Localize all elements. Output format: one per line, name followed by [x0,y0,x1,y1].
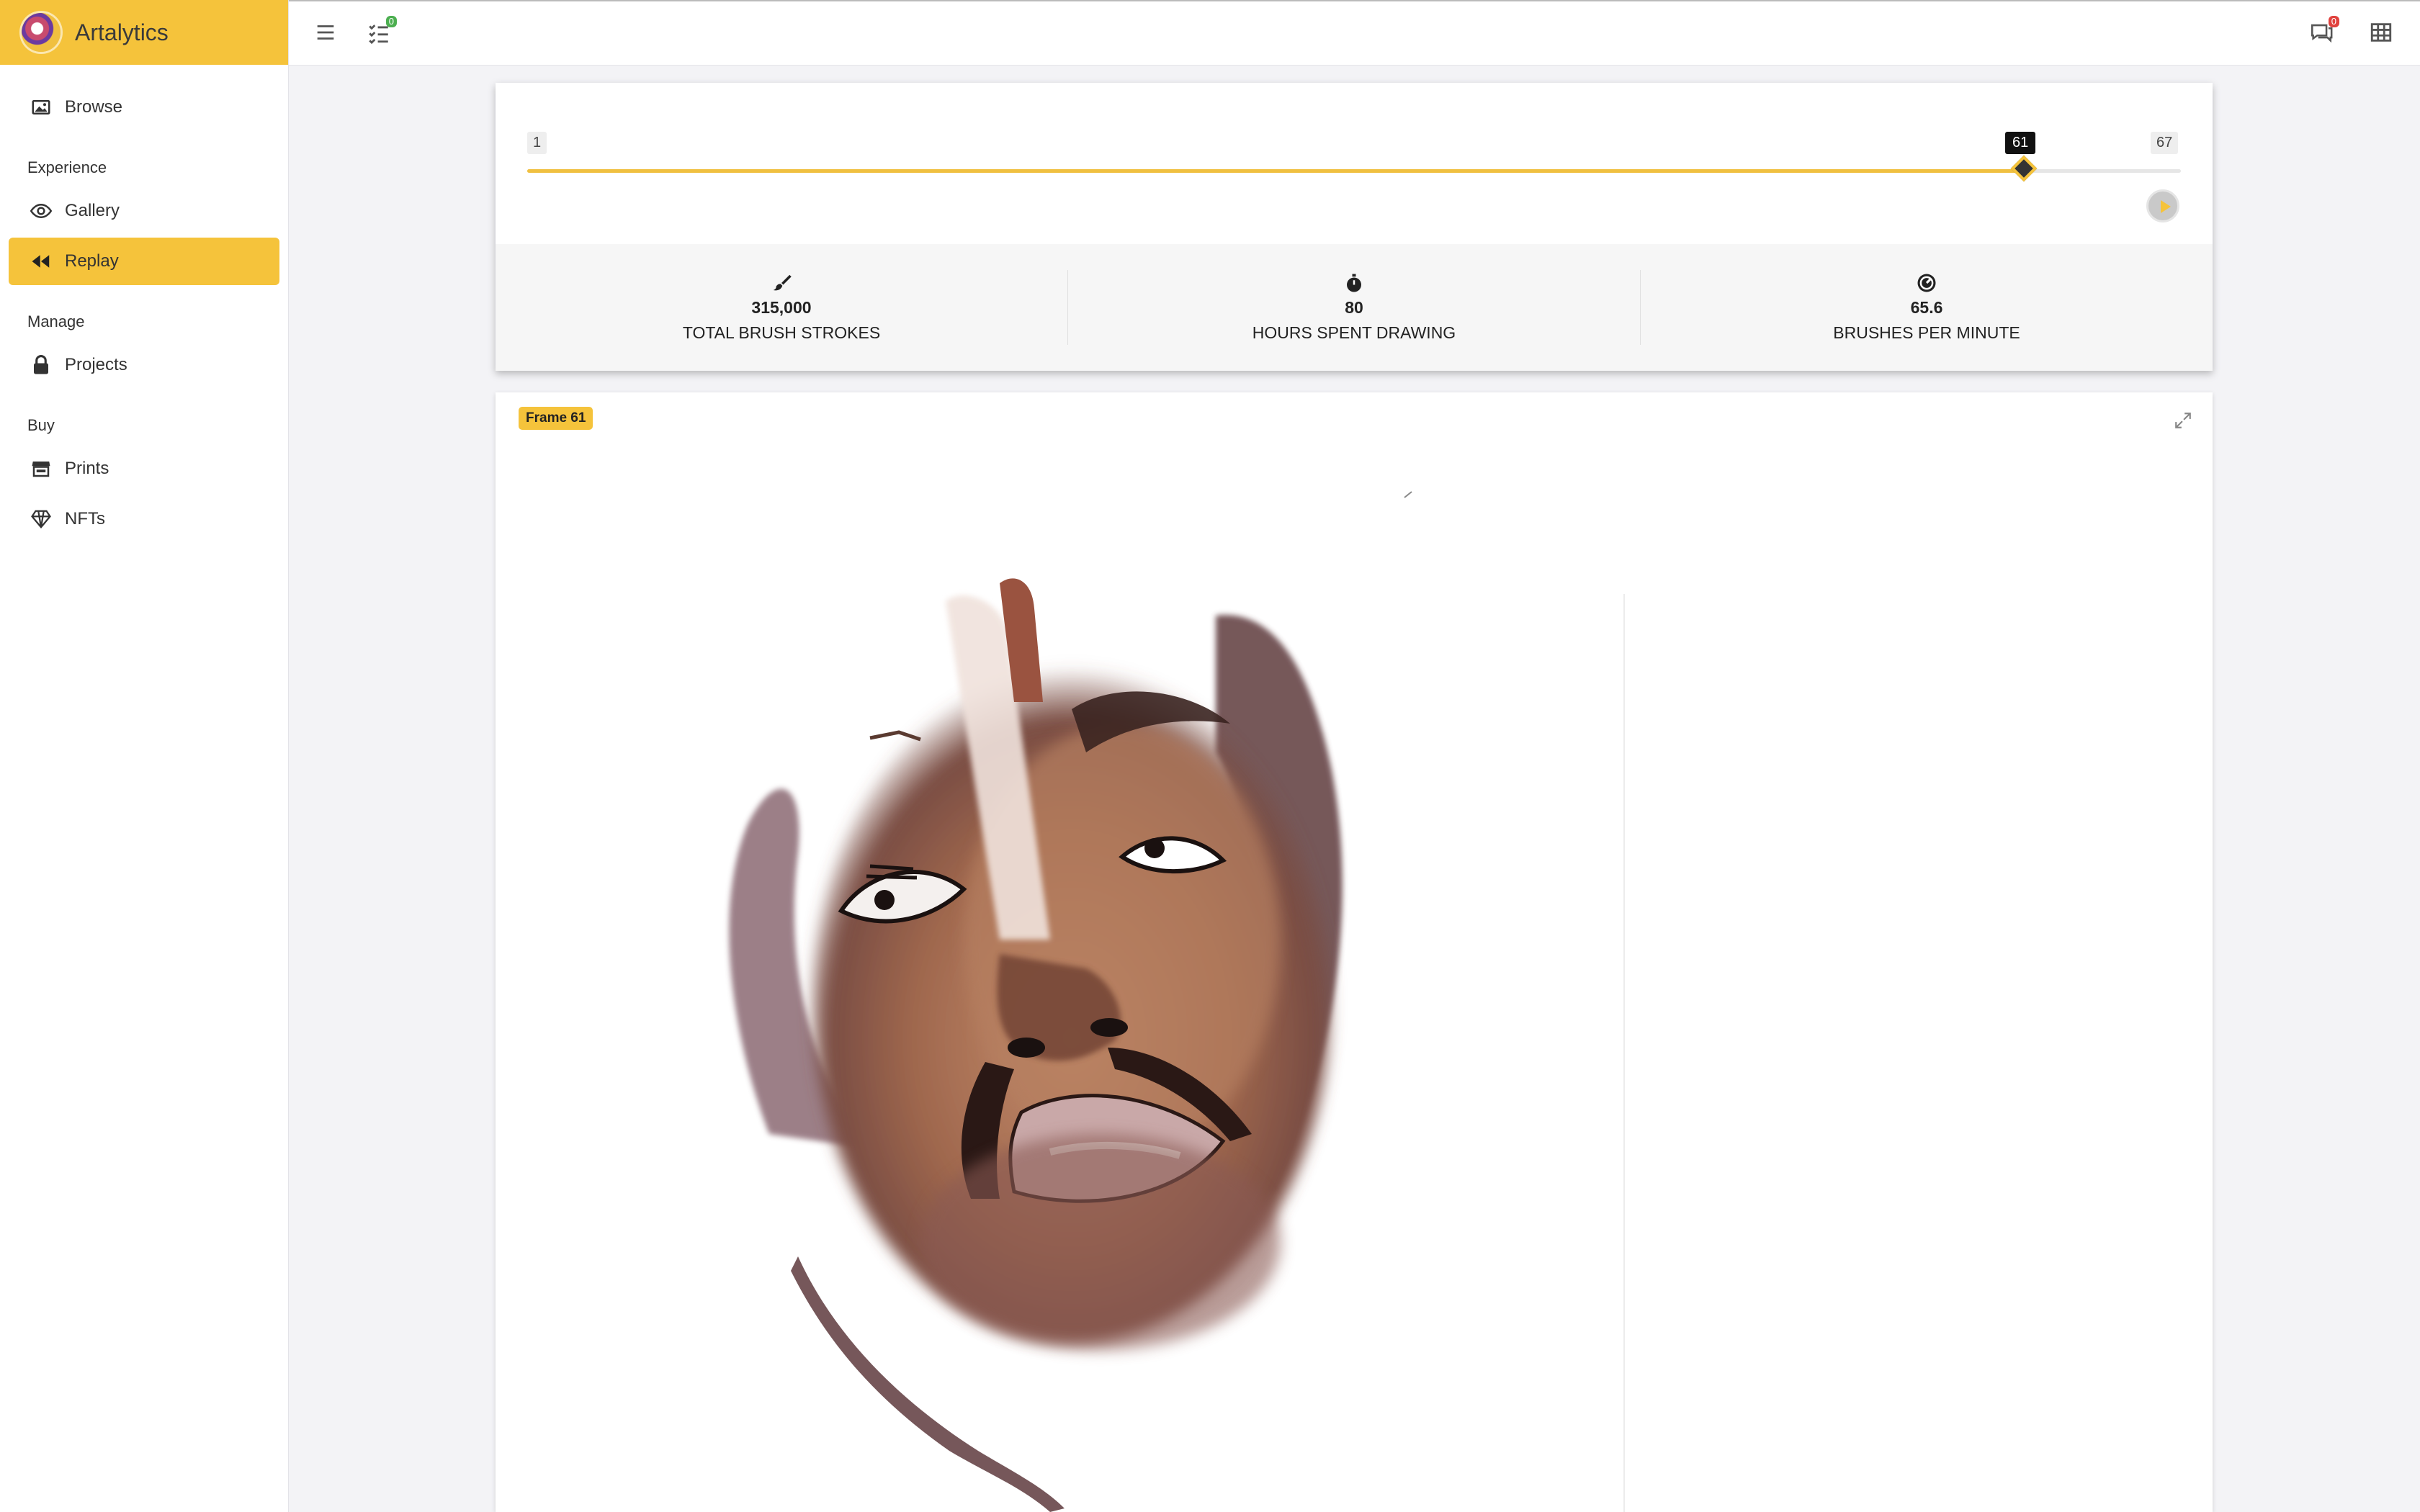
slider-current-label: 61 [2005,132,2036,154]
lock-icon [34,354,48,374]
apps-grid-button[interactable] [2369,20,2393,45]
sidebar-item-gallery[interactable]: Gallery [9,187,279,235]
slider-min-label: 1 [527,132,547,154]
image-icon [32,100,50,114]
tasks-badge: 0 [385,16,397,27]
frame-slider-fill [527,169,2024,173]
app-logo [22,13,60,52]
brand-header[interactable]: Artalytics [0,0,288,65]
stat-value: 80 [1345,298,1363,317]
sidebar-item-label: Prints [65,459,109,478]
sidebar-item-nfts[interactable]: NFTs [9,495,279,543]
stopwatch-icon [1347,274,1361,292]
chart-divider [1623,594,1625,1512]
gauge-icon [1917,274,1936,292]
stat-brush-strokes: 315,000 TOTAL BRUSH STROKES [496,270,1068,345]
eye-icon [30,203,52,219]
sidebar-item-projects[interactable]: Projects [9,341,279,389]
slider-max-label: 67 [2151,132,2179,154]
sidebar: Artalytics Browse Experience Gallery Rep… [0,0,289,1512]
stat-label: TOTAL BRUSH STROKES [682,323,881,342]
messages-badge: 0 [2328,16,2339,27]
section-experience: Experience [27,158,107,176]
topbar: 0 0 [289,0,2420,66]
brush-icon [773,274,792,291]
sidebar-item-label: Projects [65,355,127,374]
hamburger-icon [317,25,334,40]
frame-card: Frame 61 [496,392,2213,1512]
stat-value: 315,000 [751,298,812,317]
rewind-icon [32,255,50,268]
stat-label: BRUSHES PER MINUTE [1833,323,2020,342]
messages-button[interactable]: 0 [2309,16,2339,45]
sidebar-item-browse[interactable]: Browse [9,84,279,131]
sidebar-item-label: Browse [65,97,123,117]
section-buy: Buy [27,416,55,434]
frame-slider-handle[interactable] [2010,155,2038,182]
store-icon [32,462,50,477]
stat-brushes-per-minute: 65.6 BRUSHES PER MINUTE [1641,270,2213,345]
stats-row: 315,000 TOTAL BRUSH STROKES 80 HOURS SPE… [496,244,2213,371]
expand-icon[interactable] [2174,411,2192,430]
stat-value: 65.6 [1910,298,1943,317]
play-button[interactable] [2146,189,2179,222]
stat-label: HOURS SPENT DRAWING [1252,323,1456,342]
section-manage: Manage [27,312,85,330]
sidebar-item-prints[interactable]: Prints [9,445,279,492]
sidebar-item-label: Gallery [65,201,120,220]
grid-icon [2370,23,2392,42]
sidebar-nav: Browse Experience Gallery Replay Manage … [0,65,288,560]
frame-slider-track[interactable] [527,169,2181,173]
replay-controls-card: 1 61 67 315,000 TOTAL BRUSH STROKES 80 H… [496,83,2213,371]
tasks-button[interactable]: 0 [367,16,397,45]
app-name: Artalytics [75,19,169,45]
sidebar-item-replay[interactable]: Replay [9,238,279,285]
stat-hours: 80 HOURS SPENT DRAWING [1068,270,1641,345]
sidebar-item-label: NFTs [65,509,105,528]
sidebar-item-label: Replay [65,251,119,271]
menu-toggle-button[interactable] [313,20,338,45]
color-usage-chart: WatusiSoapstoneZinnwalditePampasSolitude… [496,392,1619,1512]
diamond-icon [31,510,51,529]
